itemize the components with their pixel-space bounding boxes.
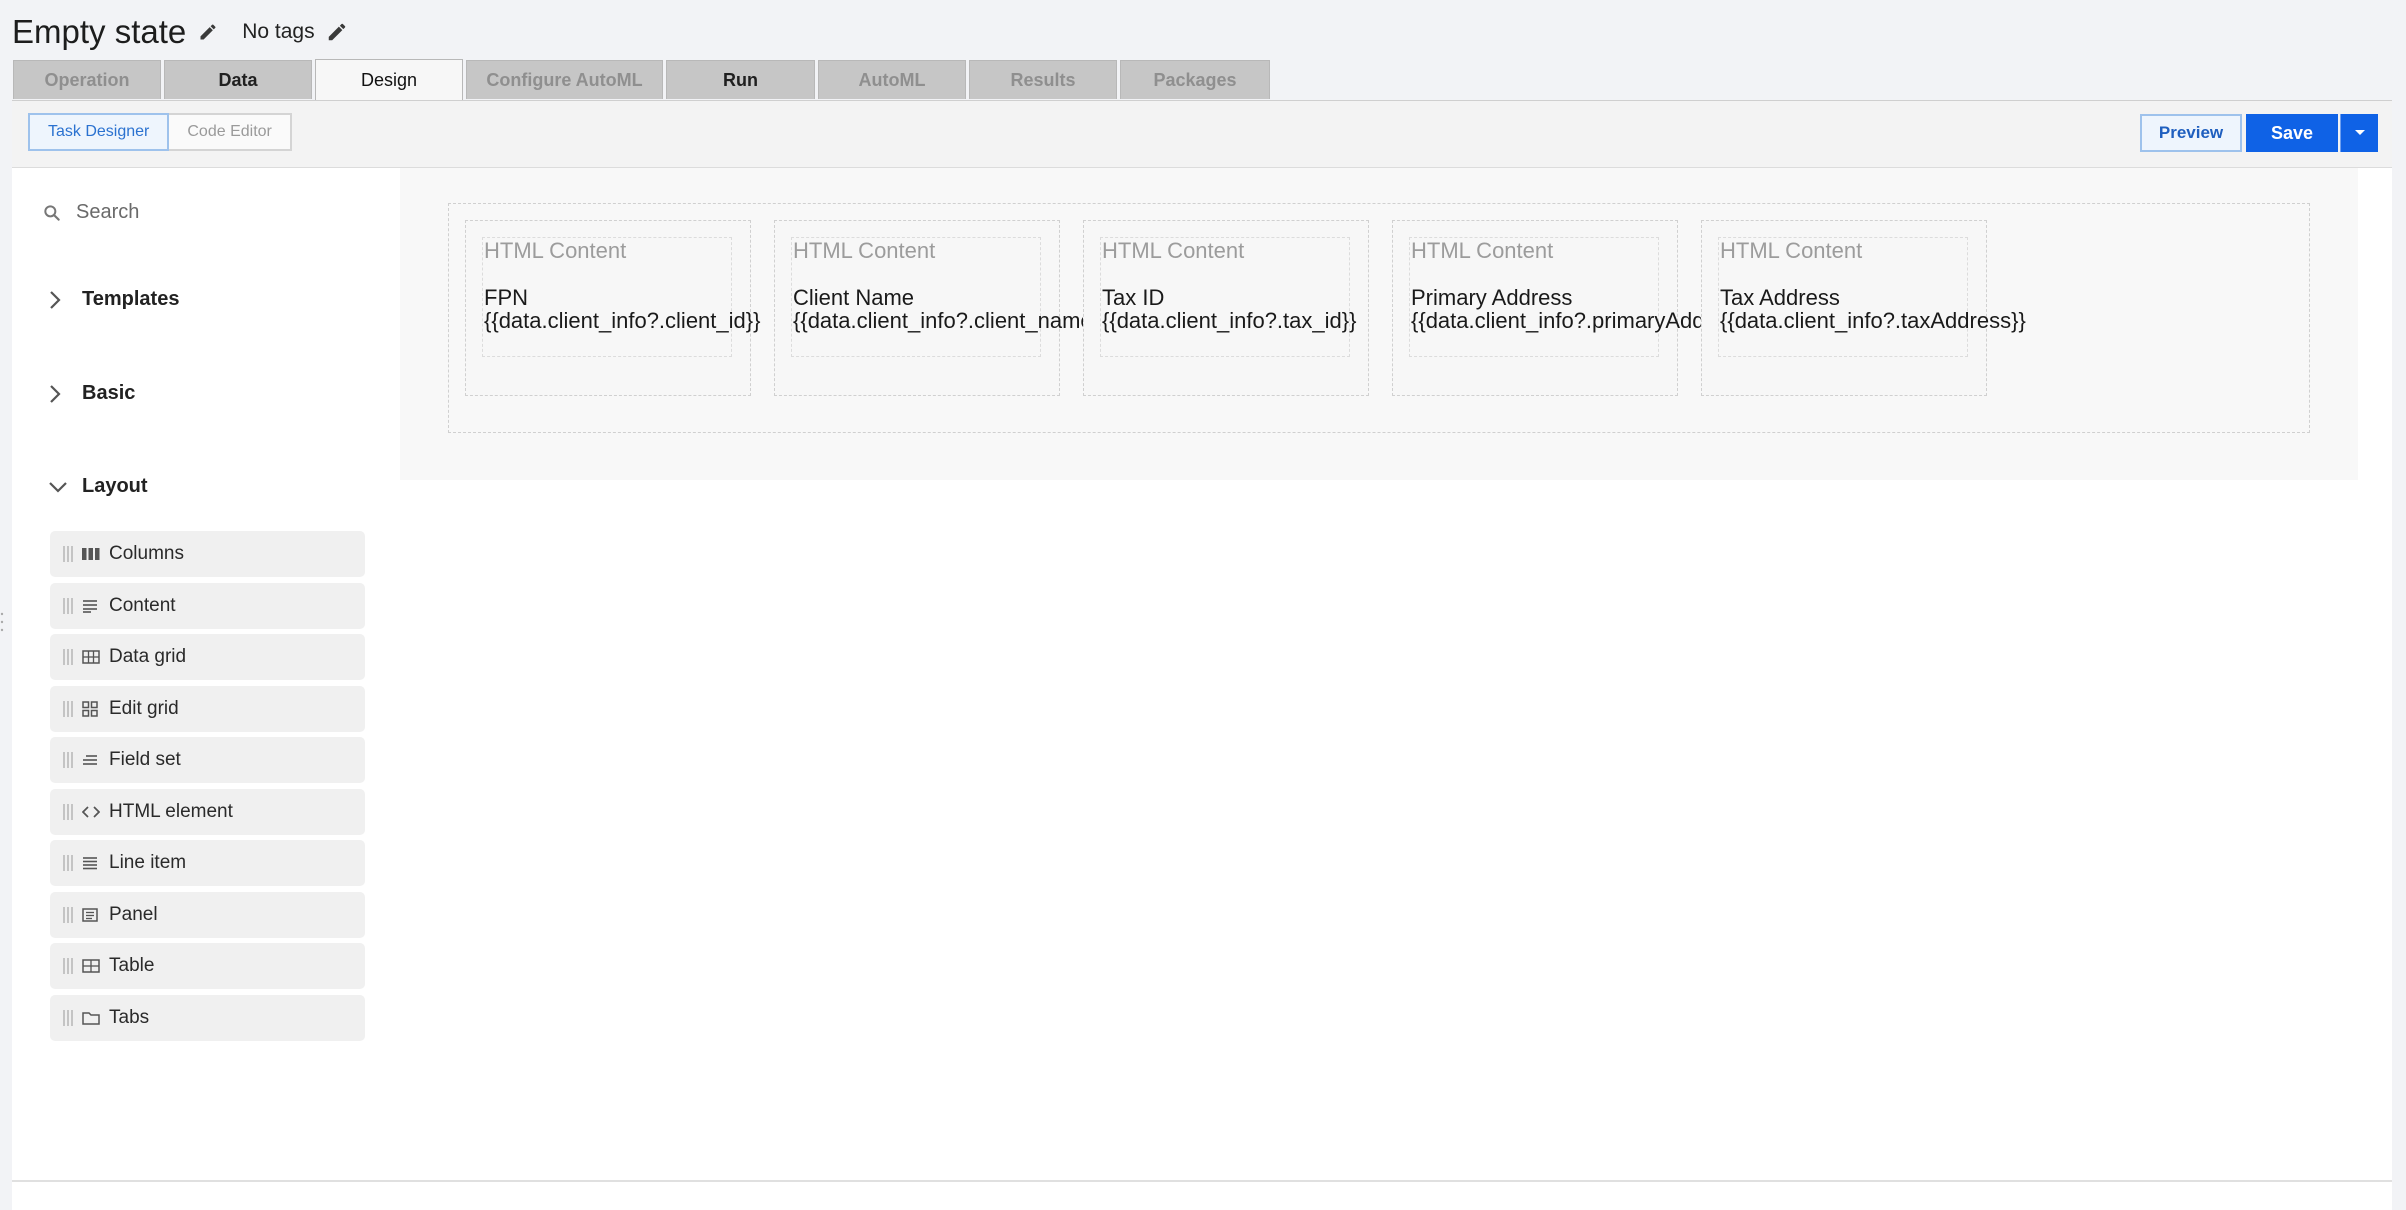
data-grid-icon <box>82 649 100 665</box>
drag-handle-icon <box>63 1009 73 1026</box>
component-label: Columns <box>109 543 184 564</box>
component-label: Line item <box>109 852 187 873</box>
section-label: Templates <box>82 288 180 310</box>
component-label: Table <box>109 955 155 976</box>
drag-handle-icon <box>63 649 73 665</box>
table-icon <box>82 958 100 974</box>
section-layout[interactable]: Layout <box>48 475 148 498</box>
designer-toolbar: Task Designer Code Editor Preview Save <box>12 101 2392 168</box>
component-tabs[interactable]: Tabs <box>50 994 365 1041</box>
save-button[interactable]: Save <box>2246 114 2338 152</box>
columns-icon <box>82 546 100 562</box>
component-search <box>42 200 378 225</box>
caret-down-icon <box>2354 130 2365 135</box>
card-title: HTML Content <box>793 238 936 263</box>
component-table[interactable]: Table <box>50 943 365 989</box>
edit-grid-icon <box>82 700 100 717</box>
card-title: HTML Content <box>1720 238 1863 263</box>
layout-component-list: Columns Content Data grid Edit grid Fiel… <box>50 531 365 1046</box>
line-item-icon <box>82 855 100 871</box>
tags-label: No tags <box>242 20 315 43</box>
card-title: HTML Content <box>1102 238 1245 263</box>
section-label: Basic <box>82 382 136 404</box>
folder-icon <box>82 1010 100 1026</box>
content-icon <box>82 598 100 614</box>
panel-icon <box>82 907 100 923</box>
tab-results[interactable]: Results <box>969 60 1117 99</box>
tab-design[interactable]: Design <box>315 59 463 100</box>
component-panel[interactable]: Panel <box>50 891 365 938</box>
tab-configure-automl[interactable]: Configure AutoML <box>466 60 663 99</box>
form-canvas[interactable]: HTML Content FPN {{data.client_info?.cli… <box>400 168 2358 480</box>
html-content-card[interactable]: HTML Content Primary Address {{data.clie… <box>1392 220 1761 396</box>
component-label: Panel <box>109 903 158 925</box>
card-template-value: {{data.client_info?.client_id}} <box>484 308 761 333</box>
sidebar-resize-handle[interactable] <box>0 610 4 634</box>
drag-handle-icon <box>63 597 73 614</box>
card-template-value: {{data.client_info?.taxAddress}} <box>1720 308 2026 333</box>
edit-title-pencil-icon[interactable] <box>196 20 220 44</box>
html-content-card[interactable]: HTML Content Tax Address {{data.client_i… <box>1701 220 2026 396</box>
drag-handle-icon <box>63 803 73 820</box>
component-label: Edit grid <box>109 697 179 719</box>
search-icon <box>44 204 60 221</box>
edit-tags-pencil-icon[interactable] <box>325 20 349 44</box>
component-label: Field set <box>109 749 181 770</box>
search-input[interactable] <box>74 200 378 225</box>
tab-data[interactable]: Data <box>164 60 312 99</box>
editor-mode-toggle: Task Designer Code Editor <box>28 113 292 151</box>
html-content-card[interactable]: HTML Content Client Name {{data.client_i… <box>774 220 1107 396</box>
drag-handle-icon <box>63 958 73 974</box>
component-html-element[interactable]: HTML element <box>50 788 365 835</box>
section-templates[interactable]: Templates <box>48 288 179 311</box>
chevron-right-icon <box>50 384 61 403</box>
card-title: HTML Content <box>484 238 627 263</box>
component-label: HTML element <box>109 800 233 822</box>
save-options-dropdown[interactable] <box>2340 114 2378 152</box>
section-label: Layout <box>82 475 148 497</box>
workflow-tabs: Operation Data Design Configure AutoML R… <box>13 59 1273 100</box>
drag-handle-icon <box>63 700 73 717</box>
component-columns[interactable]: Columns <box>50 531 365 577</box>
tab-run[interactable]: Run <box>666 60 815 99</box>
preview-button[interactable]: Preview <box>2140 114 2242 152</box>
component-line-item[interactable]: Line item <box>50 840 365 886</box>
component-field-set[interactable]: Field set <box>50 737 365 783</box>
component-label: Content <box>109 594 176 616</box>
drag-handle-icon <box>63 752 73 768</box>
component-label: Data grid <box>109 646 187 667</box>
html-content-card[interactable]: HTML Content Tax ID {{data.client_info?.… <box>1083 220 1369 396</box>
section-basic[interactable]: Basic <box>48 382 135 405</box>
columns-container[interactable]: HTML Content FPN {{data.client_info?.cli… <box>448 203 2310 433</box>
chevron-right-icon <box>50 290 61 309</box>
designer-frame: Task Designer Code Editor Preview Save T… <box>12 100 2392 1210</box>
drag-handle-icon <box>63 546 73 562</box>
tab-automl[interactable]: AutoML <box>818 60 966 99</box>
tab-packages[interactable]: Packages <box>1120 60 1270 99</box>
component-edit-grid[interactable]: Edit grid <box>50 685 365 732</box>
drag-handle-icon <box>63 855 73 871</box>
tab-operation[interactable]: Operation <box>13 60 161 99</box>
drag-handle-icon <box>63 906 73 923</box>
field-set-icon <box>82 752 100 768</box>
task-designer-button[interactable]: Task Designer <box>28 113 170 151</box>
component-label: Tabs <box>109 1006 150 1028</box>
card-template-value: {{data.client_info?.tax_id}} <box>1102 308 1357 333</box>
chevron-down-icon <box>49 481 67 493</box>
component-content[interactable]: Content <box>50 582 365 629</box>
component-data-grid[interactable]: Data grid <box>50 634 365 680</box>
bottom-scrollbar-track[interactable] <box>12 1180 2392 1182</box>
code-editor-button[interactable]: Code Editor <box>169 113 292 151</box>
card-title: HTML Content <box>1411 238 1554 263</box>
code-icon <box>82 804 100 820</box>
html-content-card[interactable]: HTML Content FPN {{data.client_info?.cli… <box>465 220 760 396</box>
card-template-value: {{data.client_info?.client_name}} <box>793 308 1108 333</box>
page-header: Empty state No tags <box>12 8 349 56</box>
page-title: Empty state <box>12 13 187 50</box>
